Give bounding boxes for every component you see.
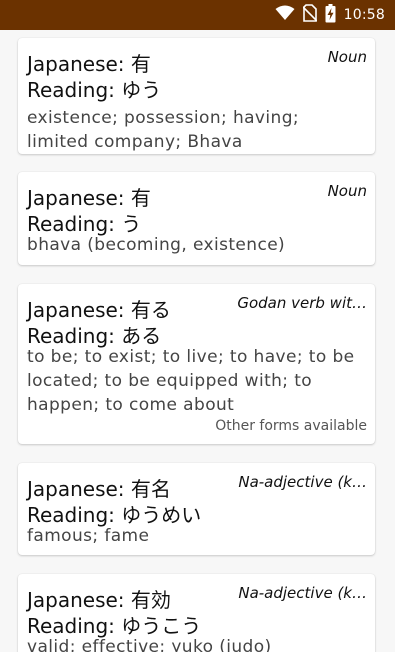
other-forms-link[interactable]: Other forms available xyxy=(215,418,367,434)
status-bar: 10:58 xyxy=(0,0,395,30)
entry-reading: Reading: ゆう xyxy=(27,78,162,102)
entry-japanese: Japanese: 有 xyxy=(27,52,151,76)
entry-meaning: to be; to exist; to live; to have; to be… xyxy=(27,347,355,415)
entry-meaning: bhava (becoming, existence) xyxy=(27,235,286,255)
no-sim-icon xyxy=(302,4,318,26)
dictionary-entry-card[interactable]: Japanese: 有名 Na-adjective (k… Reading: ゆ… xyxy=(18,463,375,555)
entry-part-of-speech: Na-adjective (k… xyxy=(238,584,367,602)
dictionary-entry-card[interactable]: Japanese: 有効 Na-adjective (k… Reading: ゆ… xyxy=(18,574,375,652)
entry-meaning: famous; fame xyxy=(27,526,150,546)
status-icons: 10:58 xyxy=(275,3,385,27)
entry-part-of-speech: Godan verb wit… xyxy=(237,294,367,312)
entry-japanese: Japanese: 有 xyxy=(27,186,151,210)
entry-japanese: Japanese: 有効 xyxy=(27,588,171,612)
entry-meaning: valid; effective; yuko (judo) xyxy=(27,637,272,652)
entry-part-of-speech: Noun xyxy=(327,182,367,200)
entry-part-of-speech: Noun xyxy=(327,48,367,66)
clock-time: 10:58 xyxy=(343,7,385,23)
entry-meaning: existence; possession; having; limited c… xyxy=(27,108,300,152)
battery-charging-icon xyxy=(325,3,336,27)
dictionary-entry-card[interactable]: Japanese: 有 Noun Reading: ゆう existence; … xyxy=(18,38,375,154)
entry-japanese: Japanese: 有名 xyxy=(27,477,171,501)
dictionary-entry-card[interactable]: Japanese: 有る Godan verb wit… Reading: ある… xyxy=(18,284,375,444)
entry-japanese: Japanese: 有る xyxy=(27,298,171,322)
dictionary-results-list[interactable]: Japanese: 有 Noun Reading: ゆう existence; … xyxy=(0,30,395,652)
wifi-icon xyxy=(275,5,295,25)
dictionary-entry-card[interactable]: Japanese: 有 Noun Reading: う bhava (becom… xyxy=(18,172,375,265)
entry-part-of-speech: Na-adjective (k… xyxy=(238,473,367,491)
